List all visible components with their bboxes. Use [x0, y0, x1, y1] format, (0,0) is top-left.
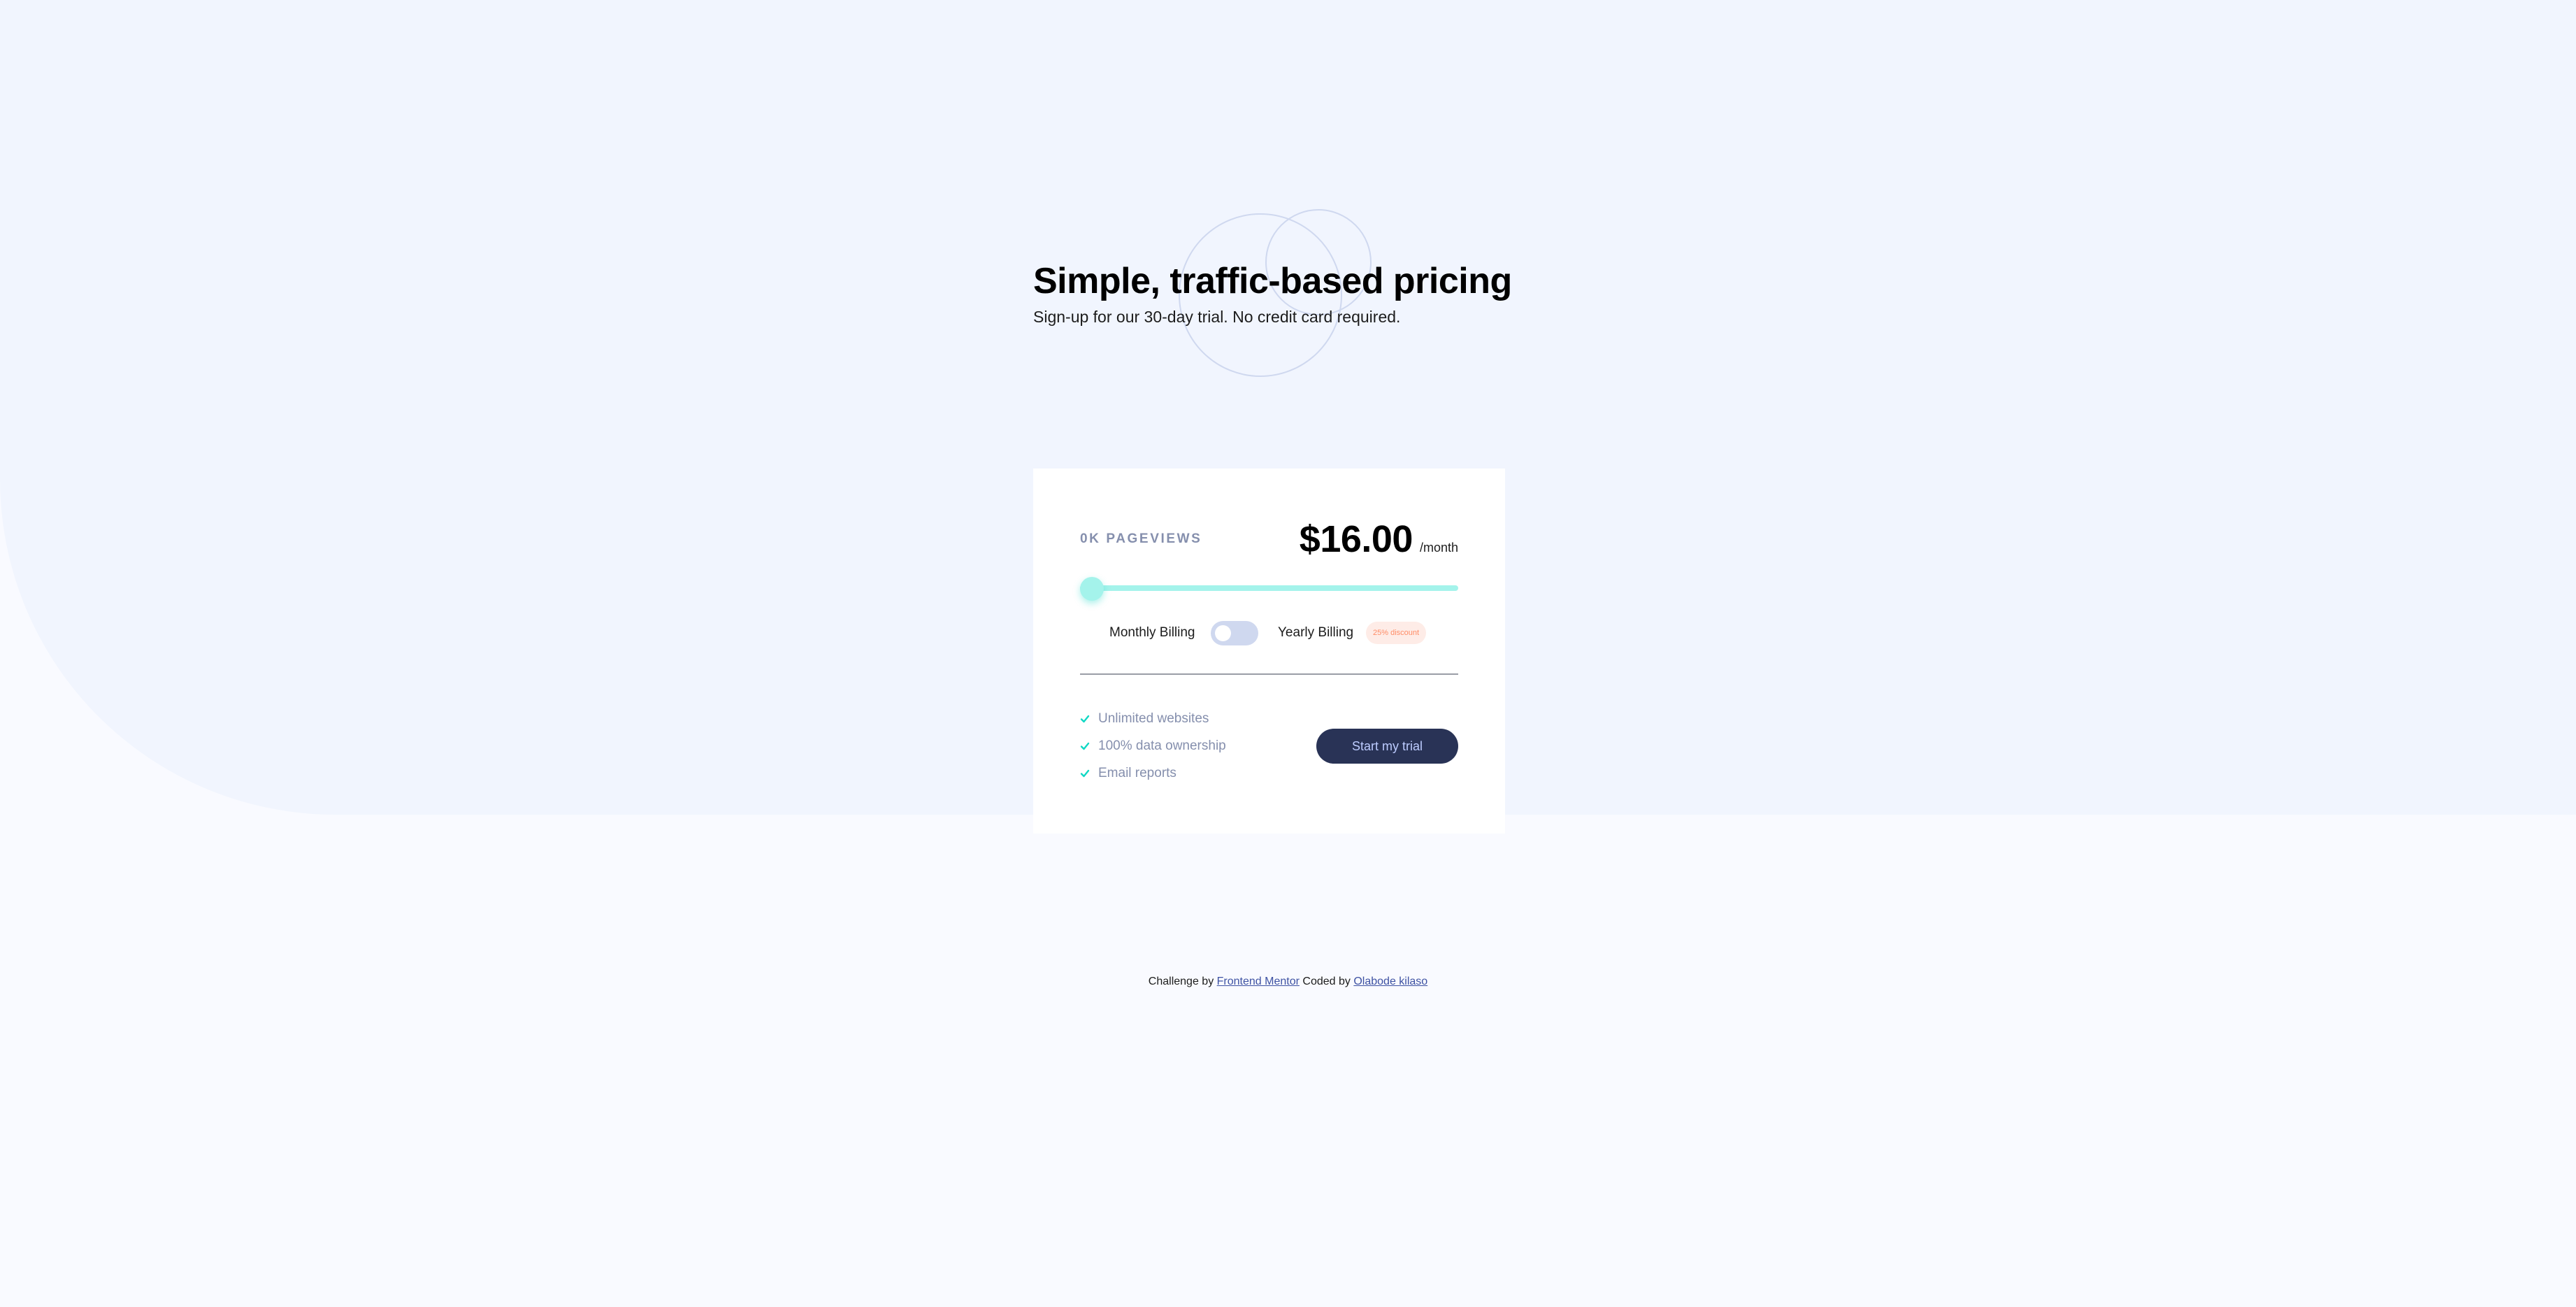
pageviews-slider[interactable]: [1080, 577, 1458, 601]
yearly-billing-label: Yearly Billing: [1278, 625, 1354, 640]
feature-text: Unlimited websites: [1098, 710, 1209, 726]
coded-by-text: Coded by: [1302, 976, 1351, 987]
price-display: $16.00 /month: [1300, 517, 1458, 561]
feature-text: 100% data ownership: [1098, 738, 1226, 753]
attribution: Challenge by Frontend Mentor Coded by Ol…: [0, 976, 2576, 988]
pageviews-label: 0K PAGEVIEWS: [1080, 531, 1202, 546]
page-title: Simple, traffic-based pricing: [1033, 261, 1512, 301]
pricing-card: 0K PAGEVIEWS $16.00 /month Monthly Billi…: [1033, 469, 1505, 834]
billing-toggle[interactable]: [1211, 621, 1258, 645]
feature-list: Unlimited websites 100% data ownership E…: [1080, 705, 1226, 787]
discount-badge: 25% discount: [1366, 622, 1427, 644]
check-icon: [1080, 715, 1090, 722]
frontend-mentor-link[interactable]: Frontend Mentor: [1217, 976, 1300, 987]
monthly-billing-label: Monthly Billing: [1109, 625, 1195, 640]
billing-options: Monthly Billing Yearly Billing 25% disco…: [1033, 621, 1505, 646]
list-item: Unlimited websites: [1080, 705, 1226, 732]
slider-thumb[interactable]: [1080, 577, 1104, 601]
author-link[interactable]: Olabode kilaso: [1353, 976, 1427, 987]
divider: [1080, 673, 1458, 675]
page-subtitle: Sign-up for our 30-day trial. No credit …: [1033, 308, 1401, 326]
check-icon: [1080, 742, 1090, 750]
list-item: 100% data ownership: [1080, 732, 1226, 759]
check-icon: [1080, 769, 1090, 777]
price-amount: $16.00: [1299, 518, 1413, 560]
price-period: /month: [1419, 541, 1458, 555]
challenge-by-text: Challenge by: [1148, 976, 1214, 987]
hero: Simple, traffic-based pricing Sign-up fo…: [1033, 260, 1564, 327]
toggle-knob: [1215, 625, 1231, 641]
slider-track[interactable]: [1080, 585, 1458, 591]
start-trial-button[interactable]: Start my trial: [1316, 729, 1458, 764]
list-item: Email reports: [1080, 759, 1226, 787]
feature-text: Email reports: [1098, 765, 1177, 780]
